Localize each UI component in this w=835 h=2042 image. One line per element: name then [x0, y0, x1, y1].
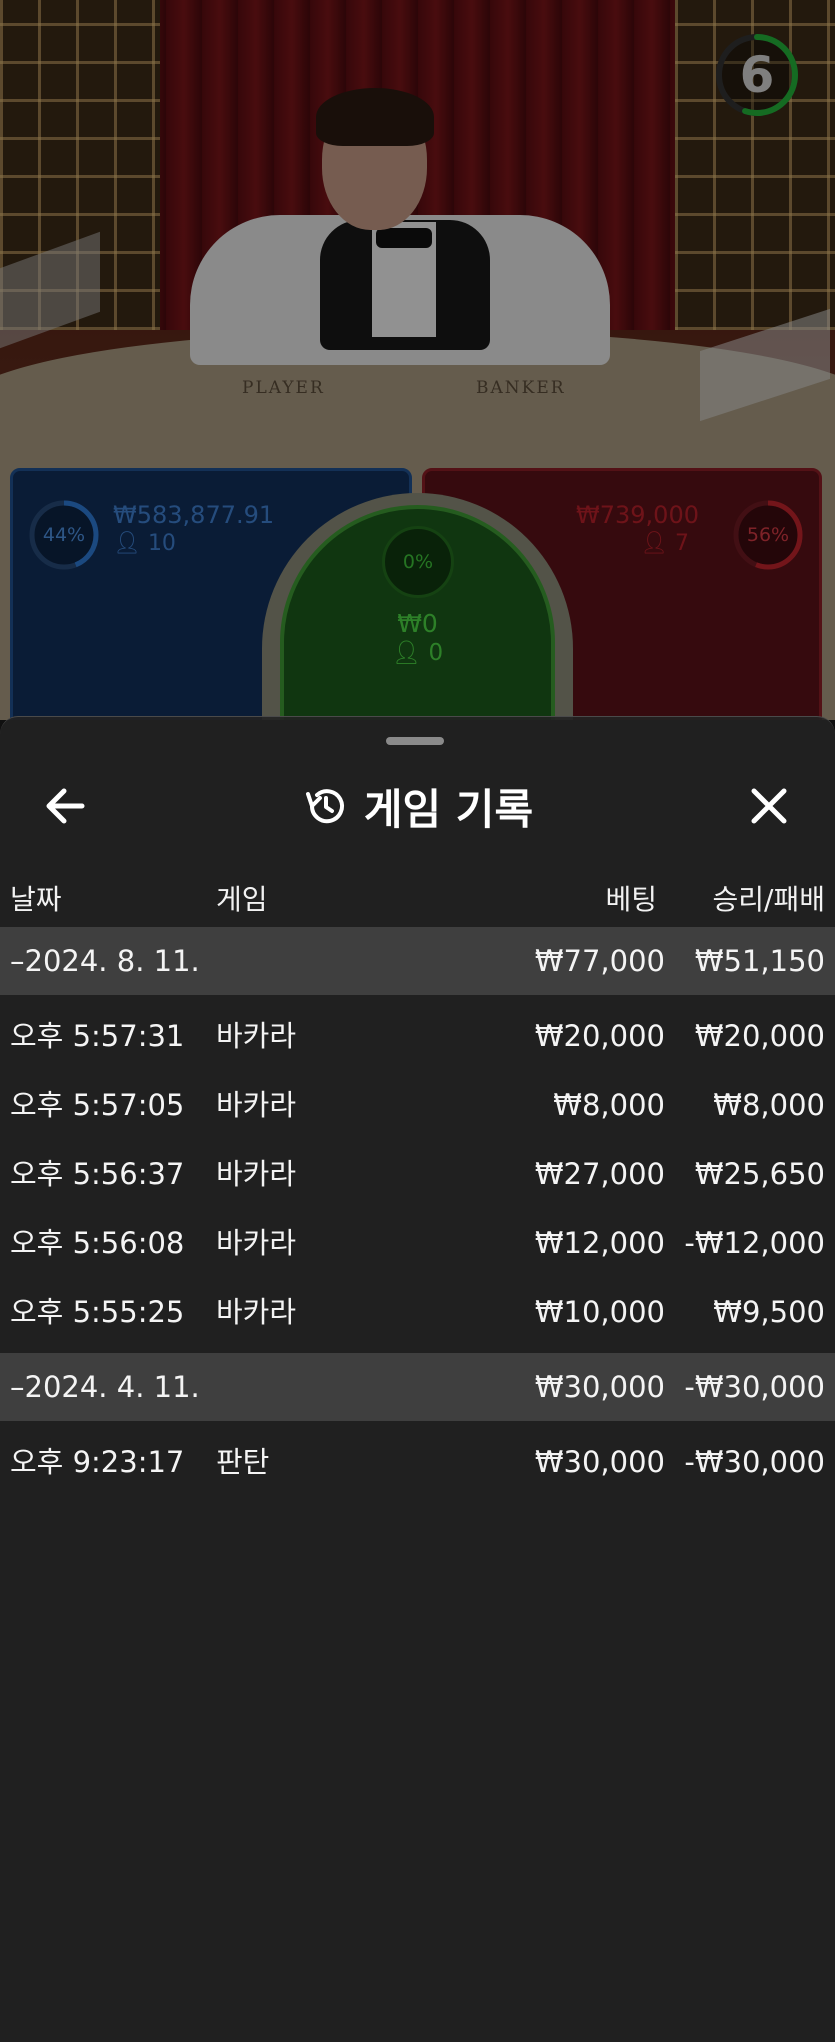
game-history-sheet: 게임 기록 날짜 게임 베팅 승리/패배 –2024. 8. 11. ₩77,0… [0, 716, 835, 2042]
row-time: 오후 5:57:31 [10, 1019, 185, 1053]
history-icon [305, 789, 344, 824]
row-time: 오후 5:56:37 [10, 1157, 185, 1191]
sheet-header: 게임 기록 [0, 769, 835, 843]
row-game: 판탄 [216, 1445, 270, 1479]
row-bet: ₩30,000 [534, 1445, 665, 1479]
close-button[interactable] [732, 769, 806, 843]
row-time: 오후 5:56:08 [10, 1226, 185, 1260]
date-bet-total: ₩77,000 [534, 944, 665, 978]
row-time: 오후 9:23:17 [10, 1445, 185, 1479]
row-game: 바카라 [216, 1088, 297, 1122]
history-row[interactable]: 오후 5:55:25 바카라 ₩10,000 ₩9,500 [0, 1278, 835, 1346]
history-row[interactable]: 오후 5:57:05 바카라 ₩8,000 ₩8,000 [0, 1071, 835, 1139]
row-game: 바카라 [216, 1295, 297, 1329]
row-game: 바카라 [216, 1226, 297, 1260]
row-bet: ₩27,000 [534, 1157, 665, 1191]
history-row[interactable]: 오후 5:57:31 바카라 ₩20,000 ₩20,000 [0, 1002, 835, 1070]
history-date-row: –2024. 4. 11. ₩30,000 -₩30,000 [0, 1353, 835, 1421]
date-result-total: -₩30,000 [684, 1370, 825, 1404]
row-time: 오후 5:55:25 [10, 1295, 185, 1329]
history-row[interactable]: 오후 5:56:08 바카라 ₩12,000 -₩12,000 [0, 1209, 835, 1277]
row-bet: ₩10,000 [534, 1295, 665, 1329]
column-header-date: 날짜 [10, 883, 62, 916]
close-icon [751, 788, 787, 824]
sheet-title: 게임 기록 [363, 784, 534, 834]
column-header-game: 게임 [216, 883, 268, 916]
history-row[interactable]: 오후 9:23:17 판탄 ₩30,000 -₩30,000 [0, 1428, 835, 1496]
date-bet-total: ₩30,000 [534, 1370, 665, 1404]
sheet-drag-handle[interactable] [386, 737, 444, 745]
row-result: ₩9,500 [713, 1295, 825, 1329]
row-result: ₩25,650 [694, 1157, 825, 1191]
date-label: –2024. 4. 11. [10, 1370, 200, 1404]
date-result-total: ₩51,150 [694, 944, 825, 978]
row-bet: ₩8,000 [553, 1088, 665, 1122]
history-date-row: –2024. 8. 11. ₩77,000 ₩51,150 [0, 927, 835, 995]
row-game: 바카라 [216, 1157, 297, 1191]
row-result: ₩20,000 [694, 1019, 825, 1053]
history-column-headers: 날짜 게임 베팅 승리/패배 [0, 872, 835, 928]
date-label: –2024. 8. 11. [10, 944, 200, 978]
column-header-bet: 베팅 [605, 883, 657, 916]
row-result: -₩30,000 [684, 1445, 825, 1479]
row-bet: ₩12,000 [534, 1226, 665, 1260]
column-header-result: 승리/패배 [712, 883, 825, 916]
row-bet: ₩20,000 [534, 1019, 665, 1053]
row-result: -₩12,000 [684, 1226, 825, 1260]
row-game: 바카라 [216, 1019, 297, 1053]
row-result: ₩8,000 [713, 1088, 825, 1122]
history-row[interactable]: 오후 5:56:37 바카라 ₩27,000 ₩25,650 [0, 1140, 835, 1208]
row-time: 오후 5:57:05 [10, 1088, 185, 1122]
